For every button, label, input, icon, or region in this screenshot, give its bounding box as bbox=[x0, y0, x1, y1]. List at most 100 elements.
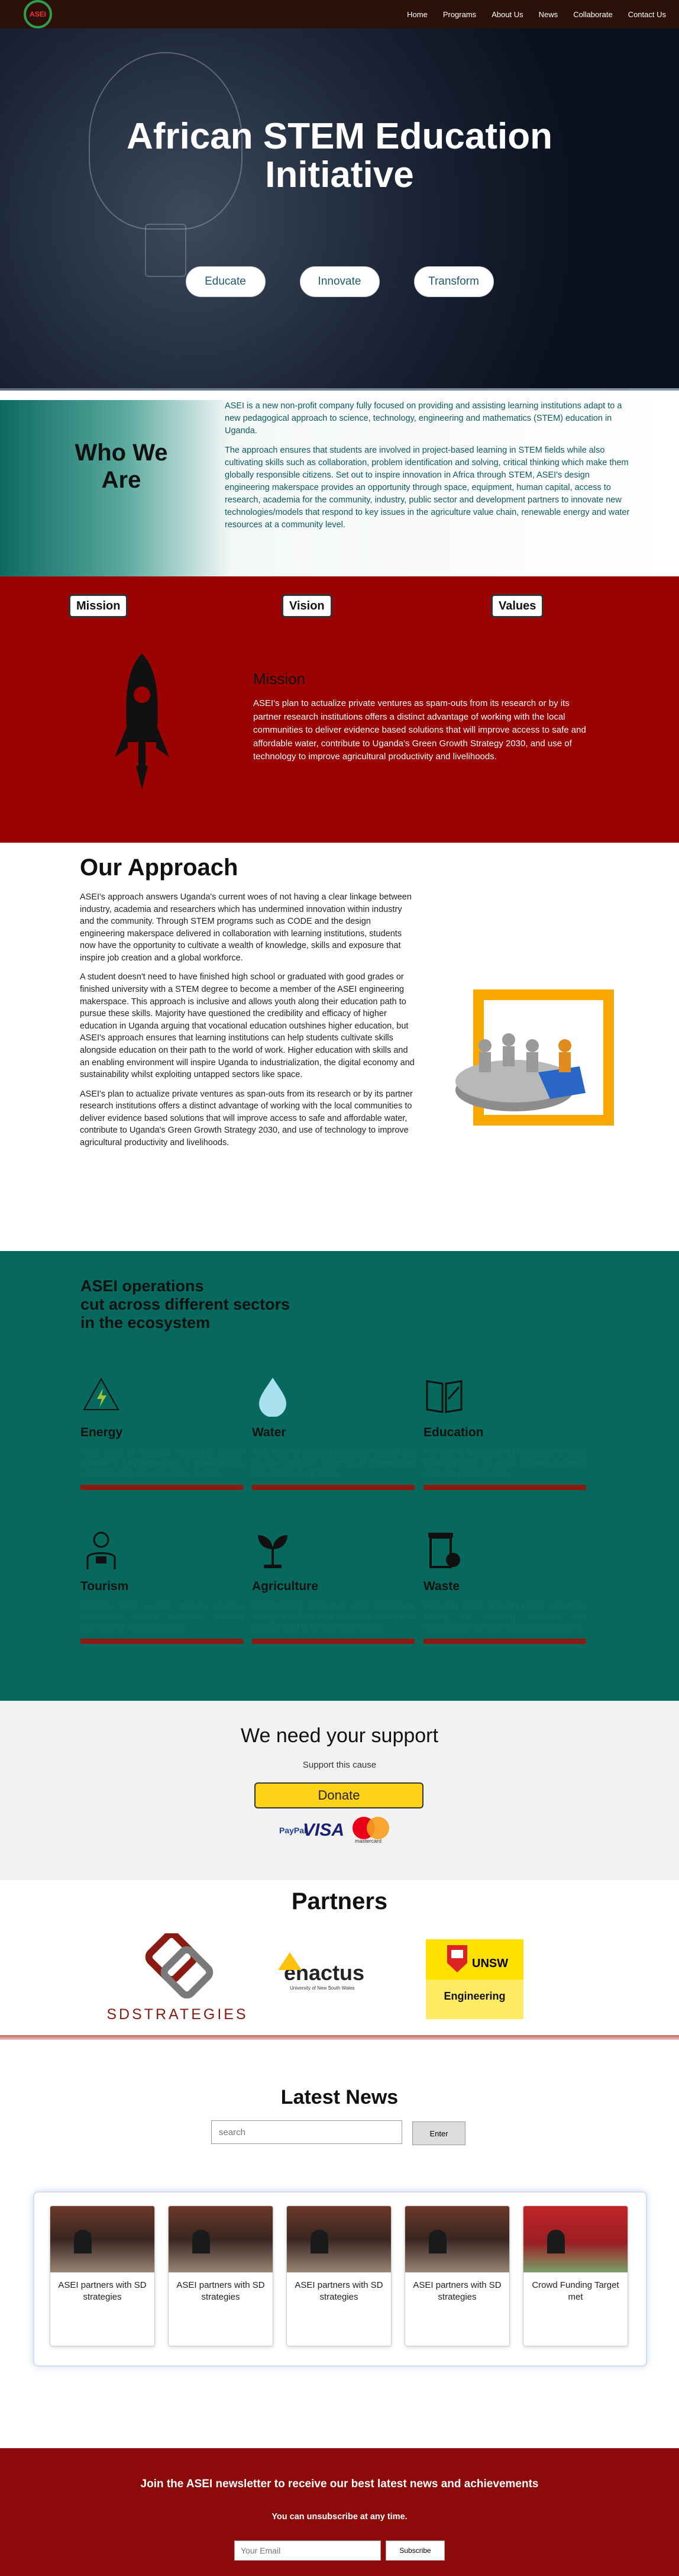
who-we-are-text: ASEI is a new non-profit company fully f… bbox=[225, 400, 633, 539]
approach-paragraph: ASEI's approach answers Uganda's current… bbox=[80, 892, 412, 963]
asei-logo[interactable]: ASEI bbox=[24, 0, 52, 28]
op-bar bbox=[252, 1485, 415, 1490]
rocket-icon bbox=[115, 653, 169, 789]
mission-heading: Mission bbox=[253, 670, 306, 688]
news-enter-button[interactable]: Enter bbox=[412, 2122, 465, 2145]
nav-contact-us[interactable]: Contact Us bbox=[628, 10, 666, 19]
op-title: Energy bbox=[80, 1426, 123, 1439]
hero-title-line1: African STEM Education bbox=[127, 116, 552, 157]
op-desc: Reducing plastic through proper collecti… bbox=[423, 1601, 586, 1632]
latest-news-heading: Latest News bbox=[280, 2086, 399, 2108]
top-nav: ASEI Home Programs About Us News Collabo… bbox=[0, 0, 679, 28]
op-title: Tourism bbox=[80, 1579, 129, 1593]
news-image bbox=[169, 2206, 273, 2272]
tab-mission[interactable]: Mission bbox=[69, 594, 128, 618]
nav-about-us[interactable]: About Us bbox=[492, 10, 523, 19]
approach-paragraph: A student doesn't need to have finished … bbox=[80, 972, 415, 1080]
op-bar bbox=[80, 1639, 243, 1644]
tab-values[interactable]: Values bbox=[491, 594, 544, 618]
subscribe-button[interactable]: Subscribe bbox=[386, 2540, 445, 2561]
educate-button[interactable]: Educate bbox=[185, 266, 266, 297]
op-desc: The plan at uplifting STEM education thr… bbox=[423, 1447, 586, 1478]
op-bar bbox=[423, 1639, 586, 1644]
news-search-input[interactable] bbox=[211, 2120, 402, 2144]
approach-paragraph: ASEI's plan to actualize private venture… bbox=[80, 1089, 413, 1147]
nav-home[interactable]: Home bbox=[407, 10, 428, 19]
mastercard-icon: mastercard bbox=[350, 1817, 392, 1844]
water-drop-icon bbox=[259, 1378, 286, 1417]
mastercard-label: mastercard bbox=[355, 1838, 382, 1844]
mission-section: Mission Vision Values Mission ASEI's pla… bbox=[0, 576, 679, 843]
newsletter-heading: Join the ASEI newsletter to receive our … bbox=[140, 2478, 539, 2490]
partners-heading: Partners bbox=[291, 1888, 388, 1914]
partners-section: Partners SDSTRATEGIES enactus University… bbox=[0, 1880, 679, 2052]
op-title: Agriculture bbox=[252, 1579, 319, 1593]
operation-waste: Waste Reducing plastic through proper co… bbox=[423, 1529, 586, 1644]
operation-education: Education The plan at uplifting STEM edu… bbox=[423, 1375, 586, 1490]
news-caption: Crowd Funding Target met bbox=[532, 2280, 619, 2303]
innovate-button[interactable]: Innovate bbox=[299, 266, 380, 297]
who-title-line1: Who We bbox=[75, 440, 168, 466]
unsw-engineering-text: Engineering bbox=[444, 1990, 506, 2002]
news-caption: ASEI partners with SD strategies bbox=[413, 2280, 502, 2303]
operation-energy: Energy ASEI looks at ensuring renewable … bbox=[80, 1375, 243, 1490]
page: ASEI Home Programs About Us News Collabo… bbox=[0, 0, 679, 2576]
news-card[interactable]: ASEI partners with SD strategies bbox=[405, 2206, 510, 2346]
op-title: Waste bbox=[423, 1579, 460, 1593]
transform-button[interactable]: Transform bbox=[413, 266, 494, 297]
enactus-logo[interactable]: enactus University of New South Wales bbox=[278, 1952, 367, 2003]
approach-section: Our Approach ASEI's approach answers Uga… bbox=[0, 843, 679, 1251]
ops-heading-line1: ASEI operations bbox=[80, 1277, 204, 1295]
support-heading: We need your support bbox=[241, 1724, 438, 1747]
ops-heading-line2: cut across different sectors bbox=[80, 1295, 290, 1314]
support-section: We need your support Support this cause … bbox=[0, 1701, 679, 1880]
who-we-are-title: Who We Are bbox=[56, 439, 186, 494]
hero-buttons: Educate Innovate Transform bbox=[0, 266, 679, 297]
nav-collaborate[interactable]: Collaborate bbox=[573, 10, 613, 19]
mission-text: ASEI's plan to actualize private venture… bbox=[253, 698, 586, 762]
news-card[interactable]: ASEI partners with SD strategies bbox=[286, 2206, 392, 2346]
hero-bottom-bar bbox=[0, 388, 679, 391]
who-paragraph: The approach ensures that students are i… bbox=[225, 446, 630, 530]
news-card[interactable]: ASEI partners with SD strategies bbox=[50, 2206, 155, 2346]
unsw-logo-top: UNSW bbox=[426, 1939, 523, 1979]
op-desc: ASEI looks at ensuring renewable energy … bbox=[80, 1447, 243, 1478]
paypal-icon: PayPal bbox=[279, 1826, 306, 1835]
op-desc: ASEI looks at ensuring increased accessi… bbox=[252, 1447, 415, 1478]
unsw-crest-icon bbox=[447, 1945, 467, 1972]
news-image bbox=[50, 2206, 154, 2272]
approach-heading: Our Approach bbox=[80, 855, 238, 881]
news-caption: ASEI partners with SD strategies bbox=[176, 2280, 265, 2303]
donate-button[interactable]: Donate bbox=[254, 1782, 423, 1808]
news-card[interactable]: ASEI partners with SD strategies bbox=[168, 2206, 273, 2346]
who-we-are-section: Who We Are ASEI is a new non-profit comp… bbox=[0, 400, 679, 576]
support-subtitle: Support this cause bbox=[302, 1760, 377, 1770]
book-icon bbox=[426, 1380, 463, 1413]
sd-strategies-mark-icon bbox=[145, 1930, 214, 1999]
nav-programs[interactable]: Programs bbox=[443, 10, 476, 19]
latest-news-section: Latest News Enter ASEI partners with SD … bbox=[0, 2052, 679, 2367]
op-desc: Boosting local tourism through creative … bbox=[80, 1601, 243, 1632]
news-caption: ASEI partners with SD strategies bbox=[295, 2280, 383, 2303]
news-image bbox=[405, 2206, 509, 2272]
section-divider bbox=[0, 2035, 679, 2040]
op-title: Water bbox=[252, 1426, 286, 1439]
newsletter-section: Join the ASEI newsletter to receive our … bbox=[0, 2448, 679, 2576]
news-carousel: ASEI partners with SD strategies ASEI pa… bbox=[33, 2191, 647, 2367]
payment-cards: PayPal VISA mastercard bbox=[279, 1817, 392, 1844]
news-card[interactable]: Crowd Funding Target met bbox=[523, 2206, 628, 2346]
who-paragraph: ASEI is a new non-profit company fully f… bbox=[225, 401, 622, 436]
energy-recycle-icon bbox=[83, 1377, 119, 1410]
mastercard-circle-right bbox=[367, 1817, 390, 1839]
sd-strategies-logo[interactable]: SDSTRATEGIES bbox=[106, 1930, 248, 2028]
unsw-engineering-logo[interactable]: UNSW Engineering bbox=[426, 1939, 523, 2019]
tab-vision[interactable]: Vision bbox=[282, 594, 332, 618]
ops-heading-line3: in the ecosystem bbox=[80, 1314, 211, 1332]
news-caption: ASEI partners with SD strategies bbox=[58, 2280, 147, 2303]
hero-title: African STEM Education Initiative bbox=[0, 117, 679, 194]
newsletter-subtitle: You can unsubscribe at any time. bbox=[271, 2512, 408, 2522]
tourist-icon bbox=[86, 1532, 116, 1569]
news-image bbox=[287, 2206, 391, 2272]
nav-news[interactable]: News bbox=[539, 10, 558, 19]
newsletter-email-input[interactable] bbox=[234, 2540, 381, 2561]
